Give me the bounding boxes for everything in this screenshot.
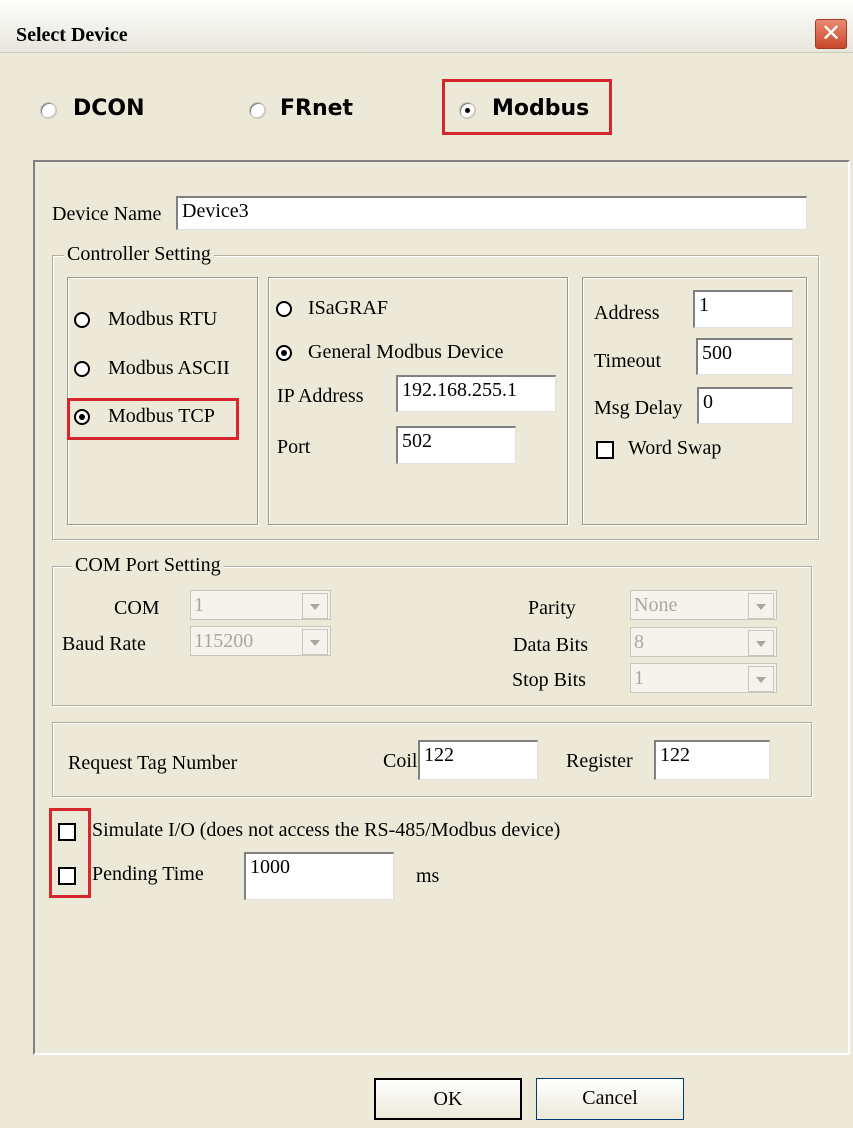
timeout-field[interactable]: 500 — [696, 338, 793, 375]
chevron-down-icon[interactable] — [302, 593, 328, 619]
port-field[interactable]: 502 — [396, 426, 516, 464]
ip-address-field[interactable]: 192.168.255.1 — [396, 375, 556, 412]
request-tag-label: Request Tag Number — [68, 752, 238, 774]
radio-modbus-rtu-circle[interactable] — [74, 312, 90, 328]
parity-label: Parity — [528, 597, 576, 619]
radio-modbus-circle[interactable] — [459, 102, 476, 119]
radio-dcon-label: DCON — [73, 96, 145, 121]
com-label: COM — [114, 597, 160, 619]
baud-rate-select-value: 115200 — [194, 630, 254, 652]
radio-isagraf-circle[interactable] — [276, 301, 292, 317]
radio-modbus-ascii[interactable]: Modbus ASCII — [74, 357, 254, 383]
radio-isagraf-label: ISaGRAF — [308, 297, 389, 319]
stop-bits-label: Stop Bits — [512, 669, 586, 691]
radio-modbus-ascii-circle[interactable] — [74, 361, 90, 377]
radio-modbus[interactable]: Modbus — [459, 96, 609, 126]
radio-modbus-rtu-label: Modbus RTU — [108, 308, 218, 330]
radio-general-modbus-label: General Modbus Device — [308, 341, 504, 363]
coil-field[interactable]: 122 — [418, 740, 538, 780]
radio-frnet[interactable]: FRnet — [249, 96, 389, 126]
pending-time-checkbox[interactable]: Pending Time — [58, 863, 258, 889]
coil-label: Coil — [383, 750, 418, 772]
timeout-label: Timeout — [594, 350, 662, 372]
com-select-value: 1 — [194, 594, 204, 616]
msg-delay-field[interactable]: 0 — [697, 387, 793, 424]
device-name-field[interactable]: Device3 — [176, 196, 807, 230]
data-bits-select-value: 8 — [634, 631, 644, 653]
pending-time-box[interactable] — [58, 867, 76, 885]
parity-select-value: None — [634, 594, 678, 616]
ip-address-label: IP Address — [277, 385, 364, 407]
chevron-down-icon[interactable] — [748, 630, 774, 656]
select-device-dialog: Select Device ✕ DCON FRnet Modbus Device… — [0, 0, 853, 1128]
radio-general-modbus-circle[interactable] — [276, 345, 292, 361]
msg-delay-label: Msg Delay — [594, 397, 683, 419]
pending-time-label: Pending Time — [92, 863, 204, 885]
simulate-io-checkbox[interactable]: Simulate I/O (does not access the RS-485… — [58, 819, 658, 845]
pending-time-unit: ms — [416, 865, 440, 887]
radio-modbus-tcp-label: Modbus TCP — [108, 405, 215, 427]
radio-dcon[interactable]: DCON — [40, 96, 180, 126]
word-swap-box[interactable] — [596, 441, 614, 459]
baud-rate-select[interactable]: 115200 — [190, 626, 331, 656]
baud-rate-label: Baud Rate — [62, 633, 146, 655]
port-label: Port — [277, 436, 311, 458]
close-icon[interactable]: ✕ — [815, 19, 847, 49]
radio-modbus-rtu[interactable]: Modbus RTU — [74, 308, 244, 334]
data-bits-select[interactable]: 8 — [630, 627, 777, 657]
word-swap-checkbox[interactable]: Word Swap — [596, 437, 796, 463]
cancel-button[interactable]: Cancel — [536, 1078, 684, 1120]
title-bar[interactable]: Select Device ✕ — [0, 0, 853, 53]
radio-frnet-circle[interactable] — [249, 102, 266, 119]
simulate-io-label: Simulate I/O (does not access the RS-485… — [92, 819, 561, 841]
radio-frnet-label: FRnet — [280, 96, 354, 121]
device-name-label: Device Name — [52, 203, 162, 225]
register-field[interactable]: 122 — [654, 740, 770, 780]
word-swap-label: Word Swap — [628, 437, 722, 459]
simulate-io-box[interactable] — [58, 823, 76, 841]
radio-dcon-circle[interactable] — [40, 102, 57, 119]
window-title: Select Device — [16, 24, 128, 46]
radio-modbus-tcp[interactable]: Modbus TCP — [74, 405, 239, 431]
ok-button[interactable]: OK — [374, 1078, 522, 1120]
controller-setting-title: Controller Setting — [64, 243, 214, 266]
chevron-down-icon[interactable] — [302, 629, 328, 655]
radio-modbus-ascii-label: Modbus ASCII — [108, 357, 230, 379]
com-port-title: COM Port Setting — [72, 554, 224, 577]
radio-general-modbus[interactable]: General Modbus Device — [276, 341, 556, 367]
chevron-down-icon[interactable] — [748, 666, 774, 692]
data-bits-label: Data Bits — [513, 634, 588, 656]
pending-time-field[interactable]: 1000 — [244, 852, 394, 900]
radio-modbus-tcp-circle[interactable] — [74, 409, 90, 425]
stop-bits-select[interactable]: 1 — [630, 663, 777, 693]
com-select[interactable]: 1 — [190, 590, 331, 620]
chevron-down-icon[interactable] — [748, 593, 774, 619]
stop-bits-select-value: 1 — [634, 667, 644, 689]
parity-select[interactable]: None — [630, 590, 777, 620]
register-label: Register — [566, 750, 633, 772]
address-field[interactable]: 1 — [693, 290, 793, 328]
address-label: Address — [594, 302, 660, 324]
radio-isagraf[interactable]: ISaGRAF — [276, 297, 436, 323]
radio-modbus-label: Modbus — [492, 96, 590, 121]
